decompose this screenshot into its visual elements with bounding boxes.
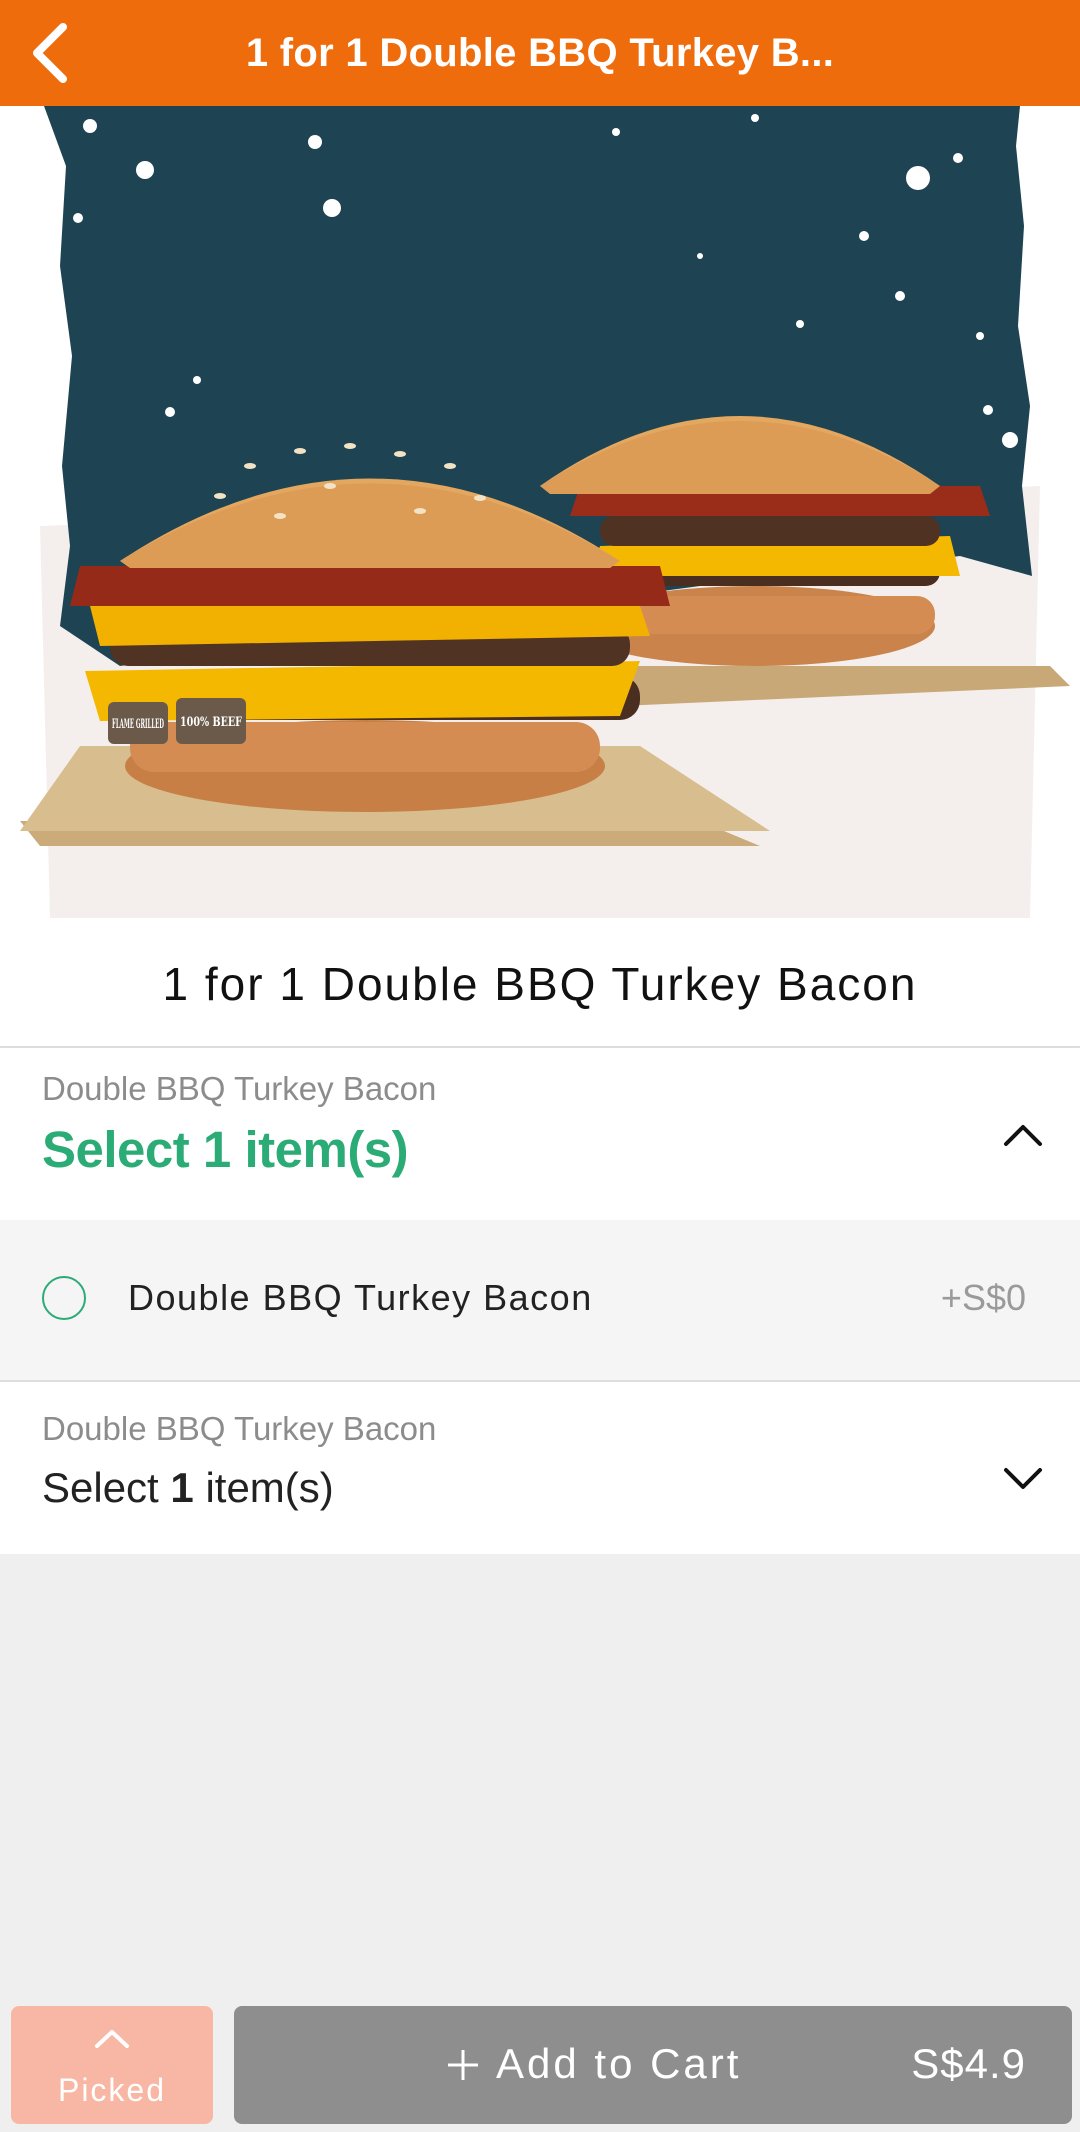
total-price: S$4.9 [911,2040,1026,2087]
product-name: 1 for 1 Double BBQ Turkey Bacon [162,957,918,1010]
group-title-suffix: item(s) [205,1464,334,1511]
option-item[interactable]: Double BBQ Turkey Bacon +S$0 [0,1220,1080,1380]
option-group-header-2[interactable]: Double BBQ Turkey Bacon Select 1 item(s) [0,1382,1080,1554]
chevron-down-icon[interactable] [1002,1464,1044,1494]
badge-flame-grilled: FLAME GRILLED [112,717,164,732]
bottom-action-bar: Picked Add to Cart S$4.9 [0,1990,1080,2132]
badge-100-beef: 100% BEEF [180,715,243,730]
group-title-count: 1 [170,1464,194,1511]
chevron-left-icon [33,23,67,83]
picked-label: Picked [57,2072,167,2108]
back-button[interactable] [14,10,84,96]
picked-button[interactable]: Picked [11,2006,213,2124]
group-subtitle: Double BBQ Turkey Bacon [42,1410,437,1447]
radio-button[interactable] [42,1276,86,1320]
group-title: Select 1 item(s) [42,1464,334,1512]
add-to-cart-button[interactable]: Add to Cart S$4.9 [234,2006,1072,2124]
product-name-section: 1 for 1 Double BBQ Turkey Bacon [0,921,1080,1046]
chevron-up-icon [95,2030,129,2048]
option-price: +S$0 [940,1277,1026,1318]
option-group-header-1[interactable]: Double BBQ Turkey Bacon Select 1 item(s) [0,1048,1080,1220]
group-title: Select 1 item(s) [42,1121,409,1178]
chevron-up-icon[interactable] [1002,1118,1044,1148]
top-app-bar: 1 for 1 Double BBQ Turkey B... [0,0,1080,106]
page-title: 1 for 1 Double BBQ Turkey B... [245,30,835,75]
group-subtitle: Double BBQ Turkey Bacon [42,1070,437,1107]
option-label: Double BBQ Turkey Bacon [128,1277,593,1318]
product-image: FLAME GRILLED 100% BEEF [0,106,1080,921]
group-title-prefix: Select [42,1464,159,1511]
add-to-cart-label: Add to Cart [496,2040,742,2087]
plus-icon [448,2050,478,2080]
